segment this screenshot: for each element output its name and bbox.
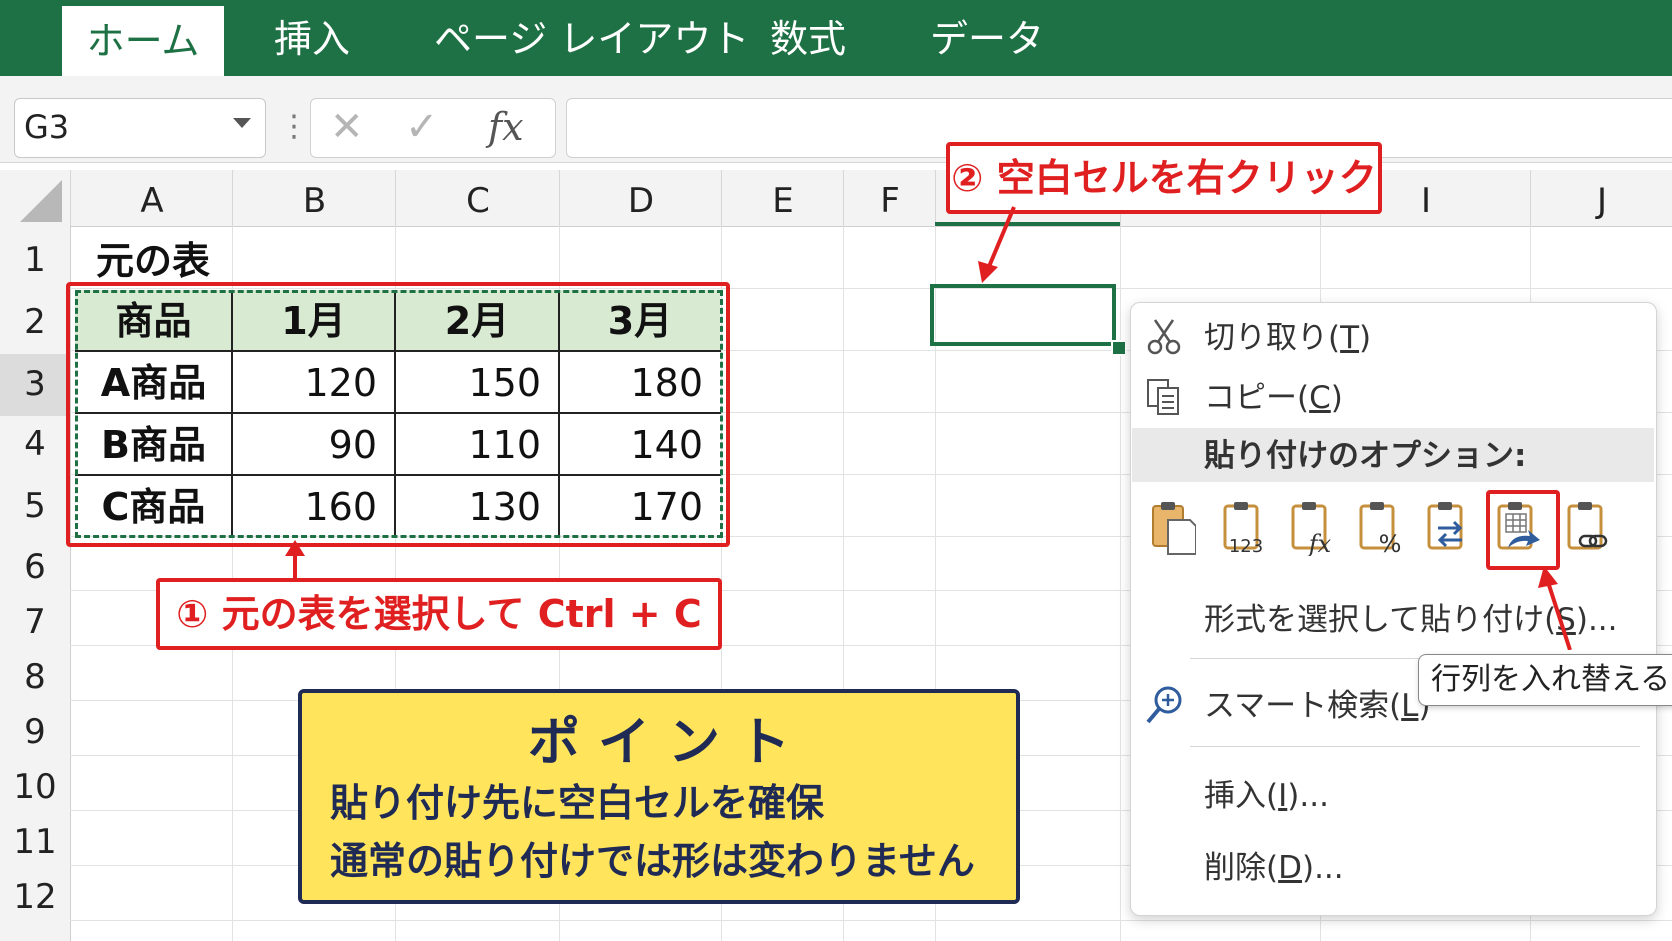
row-header-1[interactable]: 1 (0, 240, 70, 280)
source-table-highlight (66, 282, 730, 547)
col-header-d[interactable]: D (559, 170, 722, 226)
row-header-9[interactable]: 9 (0, 712, 70, 752)
menu-item-cut-label: 切り取り( (1204, 320, 1341, 356)
menu-divider (1190, 746, 1640, 747)
arrow-down-icon (978, 206, 1016, 283)
paste-formulas-icon[interactable]: fx (1290, 500, 1336, 556)
paste-icon[interactable] (1150, 500, 1196, 556)
paste-keep-source-icon[interactable] (1426, 500, 1472, 556)
cancel-icon[interactable]: ✕ (330, 104, 364, 150)
menu-item-copy-key: C (1309, 380, 1331, 416)
name-box-value: G3 (24, 108, 70, 146)
menu-item-delete-label: 削除( (1204, 850, 1279, 886)
menu-item-smart-lookup[interactable]: スマート検索(L) (1204, 686, 1431, 726)
menu-item-insert-suffix: )... (1287, 778, 1329, 814)
row-header-8[interactable]: 8 (0, 657, 70, 697)
tab-home[interactable]: ホーム (62, 6, 224, 76)
menu-item-cut-suffix: ) (1359, 320, 1372, 356)
menu-item-smart-lookup-key: L (1401, 688, 1419, 724)
scissors-icon (1147, 319, 1181, 355)
check-icon[interactable]: ✓ (405, 104, 439, 150)
active-column-indicator (935, 222, 1120, 226)
paste-values-icon[interactable]: 123 (1222, 500, 1268, 556)
row-header-10[interactable]: 10 (0, 767, 70, 807)
row-header-12[interactable]: 12 (0, 877, 70, 917)
col-header-c[interactable]: C (395, 170, 560, 226)
select-all-icon (20, 180, 62, 222)
menu-item-cut[interactable]: 切り取り(T) (1204, 318, 1371, 358)
search-icon (1146, 686, 1182, 724)
row-header-11[interactable]: 11 (0, 822, 70, 862)
paste-formatting-icon[interactable]: % (1358, 500, 1404, 556)
menu-item-copy-suffix: ) (1330, 380, 1343, 416)
menu-item-cut-key: T (1340, 320, 1360, 356)
menu-item-smart-lookup-label: スマート検索( (1204, 688, 1402, 724)
point-line-2: 通常の貼り付けでは形は変わりません (330, 839, 975, 883)
menu-item-insert-key: I (1278, 778, 1288, 814)
menu-item-delete-suffix: )... (1301, 850, 1344, 886)
arrow-up-icon (285, 540, 305, 580)
menu-item-copy-label: コピー( (1204, 380, 1310, 416)
paste-options-label: 貼り付けのオプション: (1204, 438, 1527, 474)
grid-line (1120, 226, 1121, 941)
paste-link-icon[interactable] (1566, 500, 1612, 556)
menu-item-delete-key: D (1278, 850, 1302, 886)
menu-item-paste-special-label: 形式を選択して貼り付け( (1204, 602, 1557, 638)
svg-text:123: 123 (1229, 536, 1263, 556)
row-header-5[interactable]: 5 (0, 486, 70, 526)
col-header-e[interactable]: E (721, 170, 844, 226)
point-line-1: 貼り付け先に空白セルを確保 (330, 781, 825, 825)
row-header-4[interactable]: 4 (0, 424, 70, 464)
col-header-f[interactable]: F (843, 170, 936, 226)
col-header-a[interactable]: A (70, 170, 233, 226)
menu-item-paste-special-suffix: )... (1575, 602, 1618, 638)
row-header-3[interactable]: 3 (0, 364, 70, 404)
insert-function-icon[interactable]: fx (488, 104, 524, 150)
tab-data[interactable]: データ (930, 0, 1044, 76)
svg-text:fx: fx (1307, 530, 1332, 556)
fill-handle[interactable] (1111, 340, 1127, 356)
grid-line (70, 920, 1672, 921)
menu-item-insert-label: 挿入( (1204, 778, 1279, 814)
copy-icon (1147, 379, 1179, 415)
more-options-icon[interactable]: ⋮ (279, 104, 309, 150)
svg-text:%: % (1379, 530, 1402, 556)
chevron-down-icon[interactable] (233, 118, 251, 128)
arrow-up-icon (1538, 566, 1572, 650)
transpose-tooltip: 行列を入れ替える (1418, 654, 1672, 706)
menu-item-copy[interactable]: コピー(C) (1204, 378, 1343, 418)
step1-callout: ① 元の表を選択して Ctrl + C (156, 578, 722, 650)
tab-formulas[interactable]: 数式 (770, 0, 846, 76)
tab-page-layout[interactable]: ページ レイアウト (434, 0, 749, 76)
point-title: ポ イ ン ト (527, 713, 791, 773)
tab-insert[interactable]: 挿入 (274, 0, 350, 76)
transpose-highlight (1486, 490, 1560, 570)
selected-cell-g2[interactable] (930, 284, 1116, 346)
col-header-j[interactable]: J (1530, 170, 1672, 226)
row-header-2[interactable]: 2 (0, 302, 70, 342)
col-header-b[interactable]: B (232, 170, 396, 226)
row-header-7[interactable]: 7 (0, 602, 70, 642)
menu-item-delete[interactable]: 削除(D)... (1204, 848, 1344, 888)
menu-item-insert[interactable]: 挿入(I)... (1204, 776, 1329, 816)
row-header-6[interactable]: 6 (0, 547, 70, 587)
step2-callout: ② 空白セルを右クリック (946, 142, 1382, 214)
